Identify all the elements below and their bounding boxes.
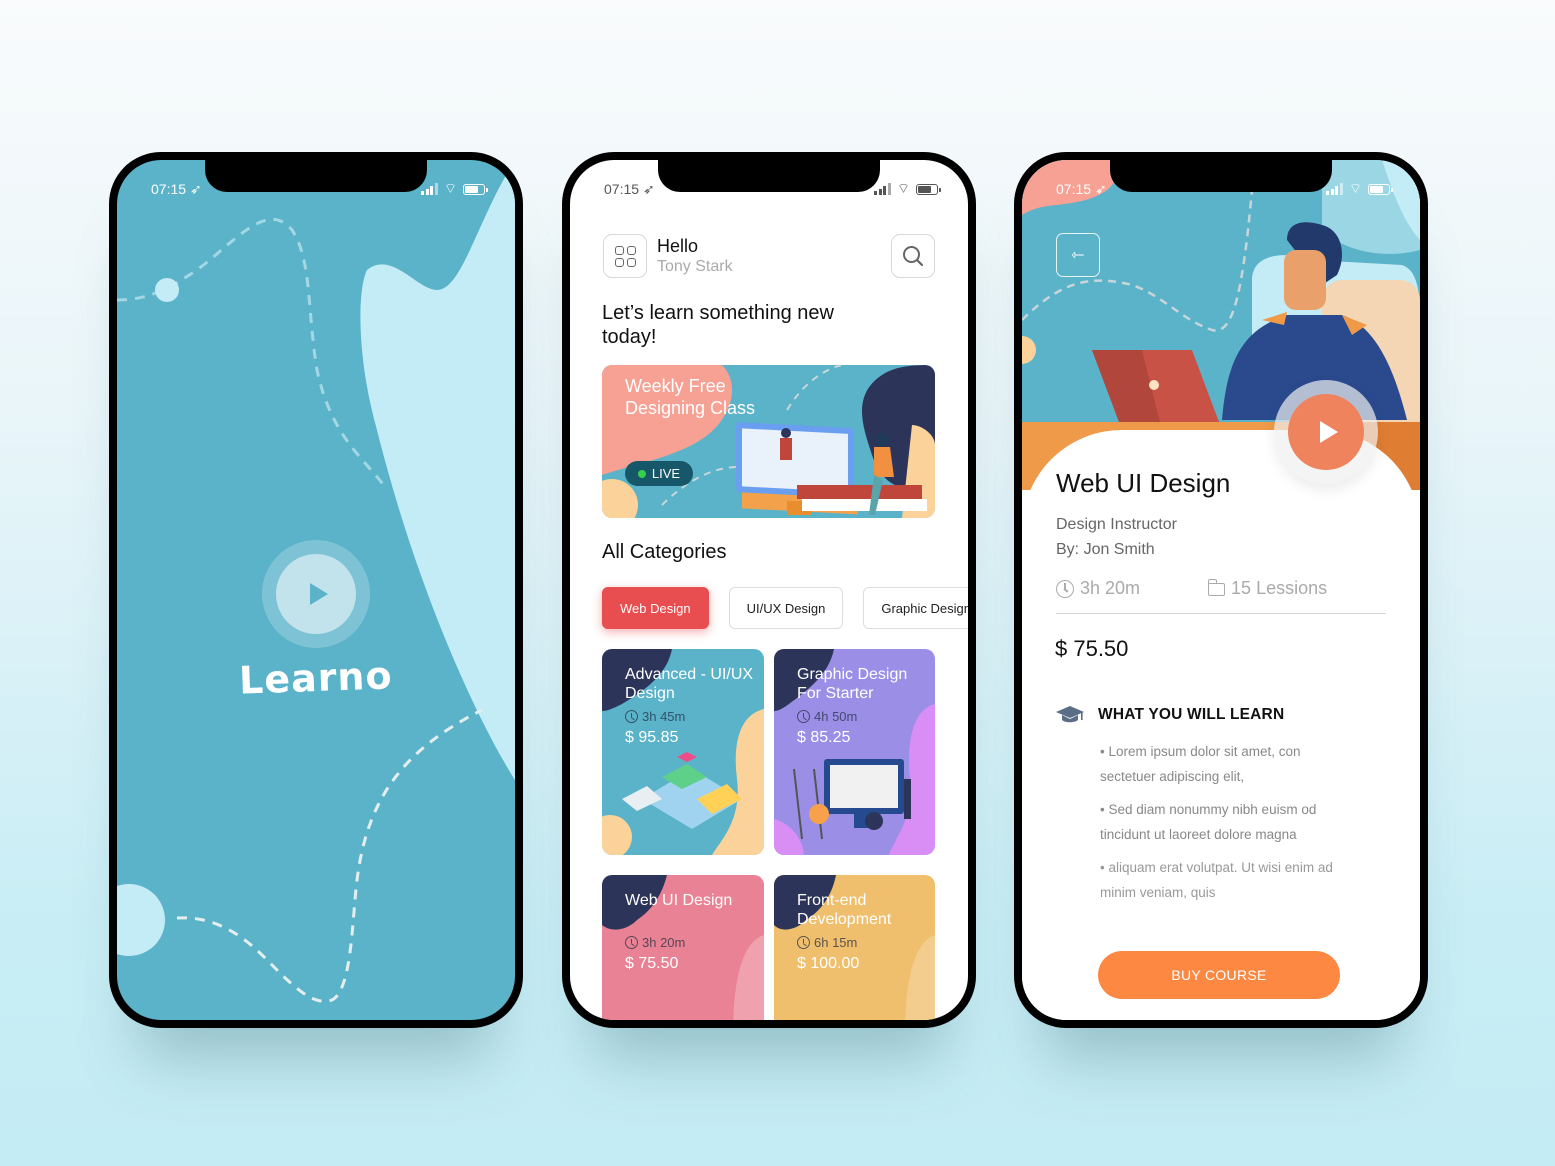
instructor-role: Design Instructor — [1056, 516, 1177, 533]
course-card-frontend[interactable]: Front-end Development 6h 15m $ 100.00 — [774, 875, 935, 1020]
course-title: Web UI Design — [1056, 468, 1231, 498]
clock-icon — [1056, 579, 1074, 598]
course-duration: 6h 15m — [797, 935, 857, 950]
weekly-class-banner[interactable]: Weekly Free Designing Class LIVE — [602, 365, 935, 518]
splash-logo-group: Learno — [117, 540, 515, 703]
learn-item: • Lorem ipsum dolor sit amet, con sectet… — [1100, 744, 1301, 784]
course-duration: 3h 45m — [625, 709, 685, 724]
battery-icon — [1368, 183, 1393, 195]
notch — [1110, 160, 1332, 192]
clock-icon — [797, 936, 810, 949]
course-title: Graphic Design For Starter — [797, 666, 908, 702]
greeting: Hello Tony Stark — [657, 236, 733, 276]
buy-course-button[interactable]: BUY COURSE — [1098, 951, 1340, 999]
course-duration: 4h 50m — [797, 709, 857, 724]
home-screen: 07:15 ➶ ⌔ Hello Tony Stark Let’s learn s… — [570, 160, 968, 1020]
duration-text: 6h 15m — [814, 935, 858, 950]
signal-icon — [1326, 183, 1343, 195]
signal-icon — [874, 183, 891, 195]
location-icon: ➶ — [643, 180, 655, 197]
categories-title: All Categories — [602, 541, 727, 563]
duration-text: 4h 50m — [814, 709, 858, 724]
duration-text: 3h 20m — [1080, 578, 1141, 598]
phone-splash: 07:15 ➶ ⌔ Learno — [109, 152, 523, 1028]
course-title: Front-end Development — [797, 892, 892, 928]
duration-text: 3h 20m — [642, 935, 686, 950]
clock-icon — [625, 936, 638, 949]
course-price: $ 100.00 — [797, 955, 860, 972]
home-header: Hello Tony Stark — [603, 234, 935, 278]
notch — [205, 160, 427, 192]
play-video-button[interactable] — [1274, 380, 1378, 484]
clock-icon — [797, 710, 810, 723]
phone-course-detail: 07:15 ➶ ⌔ ⇽ Web UI Design Design Instruct… — [1014, 152, 1428, 1028]
course-title: Web UI Design — [625, 892, 733, 909]
clock-icon — [625, 710, 638, 723]
learn-section-header: WHAT YOU WILL LEARN — [1056, 706, 1284, 724]
user-name: Tony Stark — [657, 258, 733, 275]
learn-item: • Sed diam nonummy nibh euism od tincidu… — [1100, 802, 1317, 842]
live-badge: LIVE — [625, 461, 693, 486]
app-logo: Learno — [238, 653, 394, 703]
search-button[interactable] — [891, 234, 935, 278]
location-icon: ➶ — [190, 180, 202, 197]
duration-meta: 3h 20m — [1056, 578, 1140, 599]
course-price: $ 95.85 — [625, 729, 679, 746]
learn-list: • Lorem ipsum dolor sit amet, con sectet… — [1100, 740, 1350, 914]
play-icon — [1320, 421, 1338, 443]
live-label: LIVE — [651, 466, 681, 481]
learn-item: • aliquam erat volutpat. Ut wisi enim ad… — [1100, 860, 1333, 900]
back-button[interactable]: ⇽ — [1056, 233, 1100, 277]
live-dot-icon — [637, 469, 646, 478]
notch — [658, 160, 880, 192]
battery-icon — [463, 183, 488, 195]
menu-button[interactable] — [603, 234, 647, 278]
course-card-graphic-design[interactable]: Graphic Design For Starter 4h 50m $ 85.2… — [774, 649, 935, 855]
play-icon — [309, 583, 328, 605]
wifi-icon: ⌔ — [896, 180, 910, 196]
course-detail-screen: 07:15 ➶ ⌔ ⇽ Web UI Design Design Instruct… — [1022, 160, 1420, 1020]
lessons-text: 15 Lessions — [1231, 578, 1328, 598]
wifi-icon: ⌔ — [443, 180, 457, 196]
status-time: 07:15 — [604, 181, 640, 197]
search-icon — [903, 246, 924, 267]
lessons-meta: 15 Lessions — [1207, 578, 1328, 599]
graduation-cap-icon — [1056, 706, 1084, 723]
course-price: $ 75.50 — [1055, 636, 1129, 661]
battery-icon — [916, 183, 941, 195]
play-button[interactable] — [262, 540, 370, 648]
course-duration: 3h 20m — [625, 935, 685, 950]
status-time: 07:15 — [151, 181, 187, 197]
course-grid: Advanced - UI/UX Design 3h 45m $ 95.85 G… — [602, 649, 935, 1020]
duration-text: 3h 45m — [642, 709, 686, 724]
instructor-name: By: Jon Smith — [1056, 541, 1155, 558]
instructor-info: Design Instructor By: Jon Smith — [1056, 512, 1177, 562]
course-title: Advanced - UI/UX Design — [625, 666, 754, 702]
category-chips: Web Design UI/UX Design Graphic Design — [602, 587, 968, 629]
splash-screen: 07:15 ➶ ⌔ Learno — [117, 160, 515, 1020]
learn-heading: WHAT YOU WILL LEARN — [1098, 706, 1285, 723]
chip-graphic-design[interactable]: Graphic Design — [863, 587, 968, 629]
course-card-advanced-uiux[interactable]: Advanced - UI/UX Design 3h 45m $ 95.85 — [602, 649, 764, 855]
wifi-icon: ⌔ — [1348, 180, 1362, 196]
folder-icon — [1207, 579, 1226, 596]
status-time: 07:15 — [1056, 181, 1092, 197]
greeting-text: Hello — [657, 236, 699, 256]
chip-web-design[interactable]: Web Design — [602, 587, 709, 629]
location-icon: ➶ — [1095, 180, 1107, 197]
phone-home: 07:15 ➶ ⌔ Hello Tony Stark Let’s learn s… — [562, 152, 976, 1028]
tagline: Let’s learn something new today! — [602, 302, 834, 348]
course-price: $ 85.25 — [797, 729, 851, 746]
banner-title: Weekly Free Designing Class — [625, 376, 756, 418]
signal-icon — [421, 183, 438, 195]
chip-uiux-design[interactable]: UI/UX Design — [728, 587, 844, 629]
course-card-web-ui[interactable]: Web UI Design 3h 20m $ 75.50 — [602, 875, 764, 1020]
course-price: $ 75.50 — [625, 955, 679, 972]
arrow-left-icon: ⇽ — [1071, 247, 1085, 264]
course-meta: 3h 20m 15 Lessions — [1056, 578, 1386, 614]
grid-icon — [614, 245, 636, 267]
